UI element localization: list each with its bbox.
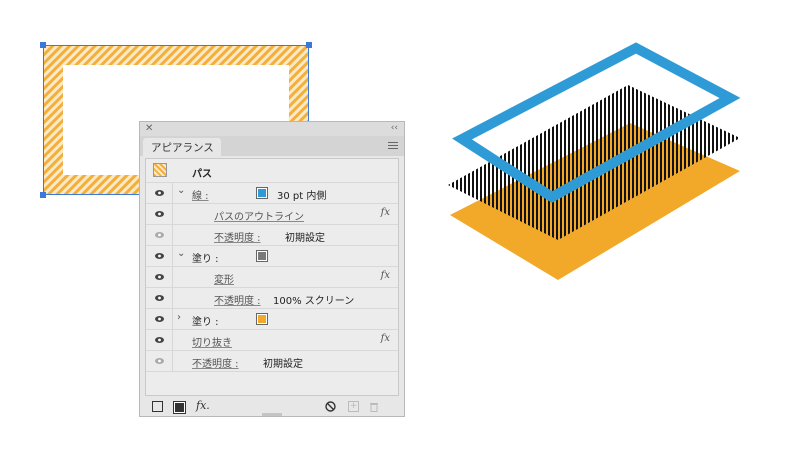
stroke-row[interactable]: ⌄ 線 : 30 pt 内側: [146, 183, 398, 204]
clear-appearance-icon[interactable]: [325, 401, 336, 412]
fill-row-2[interactable]: › 塗り :: [146, 309, 398, 330]
add-new-effect-icon[interactable]: fx.: [196, 399, 210, 412]
visibility-eye-icon[interactable]: [155, 253, 164, 259]
selection-handle-tl[interactable]: [40, 42, 46, 48]
visibility-eye-icon[interactable]: [155, 211, 164, 217]
opacity-label[interactable]: 不透明度 :: [214, 229, 261, 244]
effect-row-outline-path[interactable]: パスのアウトライン fx: [146, 204, 398, 225]
panel-resize-grip[interactable]: [262, 413, 282, 416]
opacity-value: 初期設定: [263, 359, 303, 370]
visibility-eye-icon[interactable]: [155, 337, 164, 343]
fill-swatch-gray[interactable]: [256, 250, 268, 262]
fx-icon[interactable]: fx: [381, 333, 390, 344]
effect-label[interactable]: パスのアウトライン: [214, 208, 304, 223]
visibility-eye-icon[interactable]: [155, 316, 164, 322]
object-opacity-row[interactable]: 不透明度 : 初期設定: [146, 351, 398, 372]
visibility-eye-icon-dimmed[interactable]: [155, 232, 164, 238]
stroke-value[interactable]: 30 pt 内側: [277, 187, 326, 202]
opacity-label[interactable]: 不透明度 :: [214, 292, 261, 307]
trash-icon[interactable]: [369, 401, 379, 412]
visibility-eye-icon[interactable]: [155, 295, 164, 301]
effect-row-transform[interactable]: 変形 fx: [146, 267, 398, 288]
selection-handle-tr[interactable]: [306, 42, 312, 48]
fill-label[interactable]: 塗り :: [192, 313, 219, 328]
close-icon[interactable]: ✕: [145, 122, 153, 135]
opacity-value: 初期設定: [285, 233, 325, 244]
panel-menu-icon[interactable]: [388, 140, 398, 150]
collapse-panel-icon[interactable]: ‹‹: [391, 122, 398, 135]
fill-label[interactable]: 塗り :: [192, 250, 219, 265]
panel-tab-row: アピアランス: [140, 136, 404, 156]
stroke-swatch[interactable]: [256, 187, 268, 199]
appearance-layers-illustration: [448, 42, 741, 280]
fill-swatch-orange[interactable]: [256, 313, 268, 325]
opacity-value: 100% スクリーン: [273, 296, 355, 307]
fx-icon[interactable]: fx: [381, 270, 390, 281]
fill-row-1[interactable]: ⌄ 塗り :: [146, 246, 398, 267]
visibility-eye-icon[interactable]: [155, 190, 164, 196]
object-type-label: パス: [192, 169, 212, 180]
effect-label[interactable]: 変形: [214, 271, 234, 286]
add-new-fill-icon[interactable]: [173, 401, 186, 414]
tab-appearance[interactable]: アピアランス: [143, 138, 221, 156]
opacity-label[interactable]: 不透明度 :: [192, 355, 239, 370]
visibility-eye-icon[interactable]: [155, 274, 164, 280]
tab-appearance-label: アピアランス: [151, 142, 214, 154]
selection-handle-bl[interactable]: [40, 192, 46, 198]
path-thumbnail-icon: [153, 163, 167, 177]
effect-row-clip[interactable]: 切り抜き fx: [146, 330, 398, 351]
duplicate-item-icon[interactable]: +: [348, 401, 359, 412]
stroke-opacity-row[interactable]: 不透明度 : 初期設定: [146, 225, 398, 246]
effect-label[interactable]: 切り抜き: [192, 334, 232, 349]
panel-titlebar: ✕ ‹‹: [140, 122, 404, 136]
appearance-list: パス ⌄ 線 : 30 pt 内側 パスのアウトライン fx 不透明度 : 初期…: [145, 158, 399, 396]
visibility-eye-icon-dimmed[interactable]: [155, 358, 164, 364]
fill-opacity-row[interactable]: 不透明度 : 100% スクリーン: [146, 288, 398, 309]
appearance-panel: ✕ ‹‹ アピアランス パス ⌄ 線 : 30 pt 内側 パスのアウトライン …: [139, 121, 405, 417]
chevron-right-icon[interactable]: ›: [177, 312, 181, 323]
stroke-label[interactable]: 線 :: [192, 187, 209, 202]
chevron-down-icon[interactable]: ⌄: [177, 248, 185, 259]
chevron-down-icon[interactable]: ⌄: [177, 185, 185, 196]
object-row[interactable]: パス: [146, 159, 398, 183]
add-new-stroke-icon[interactable]: [152, 401, 163, 412]
fx-icon[interactable]: fx: [381, 207, 390, 218]
